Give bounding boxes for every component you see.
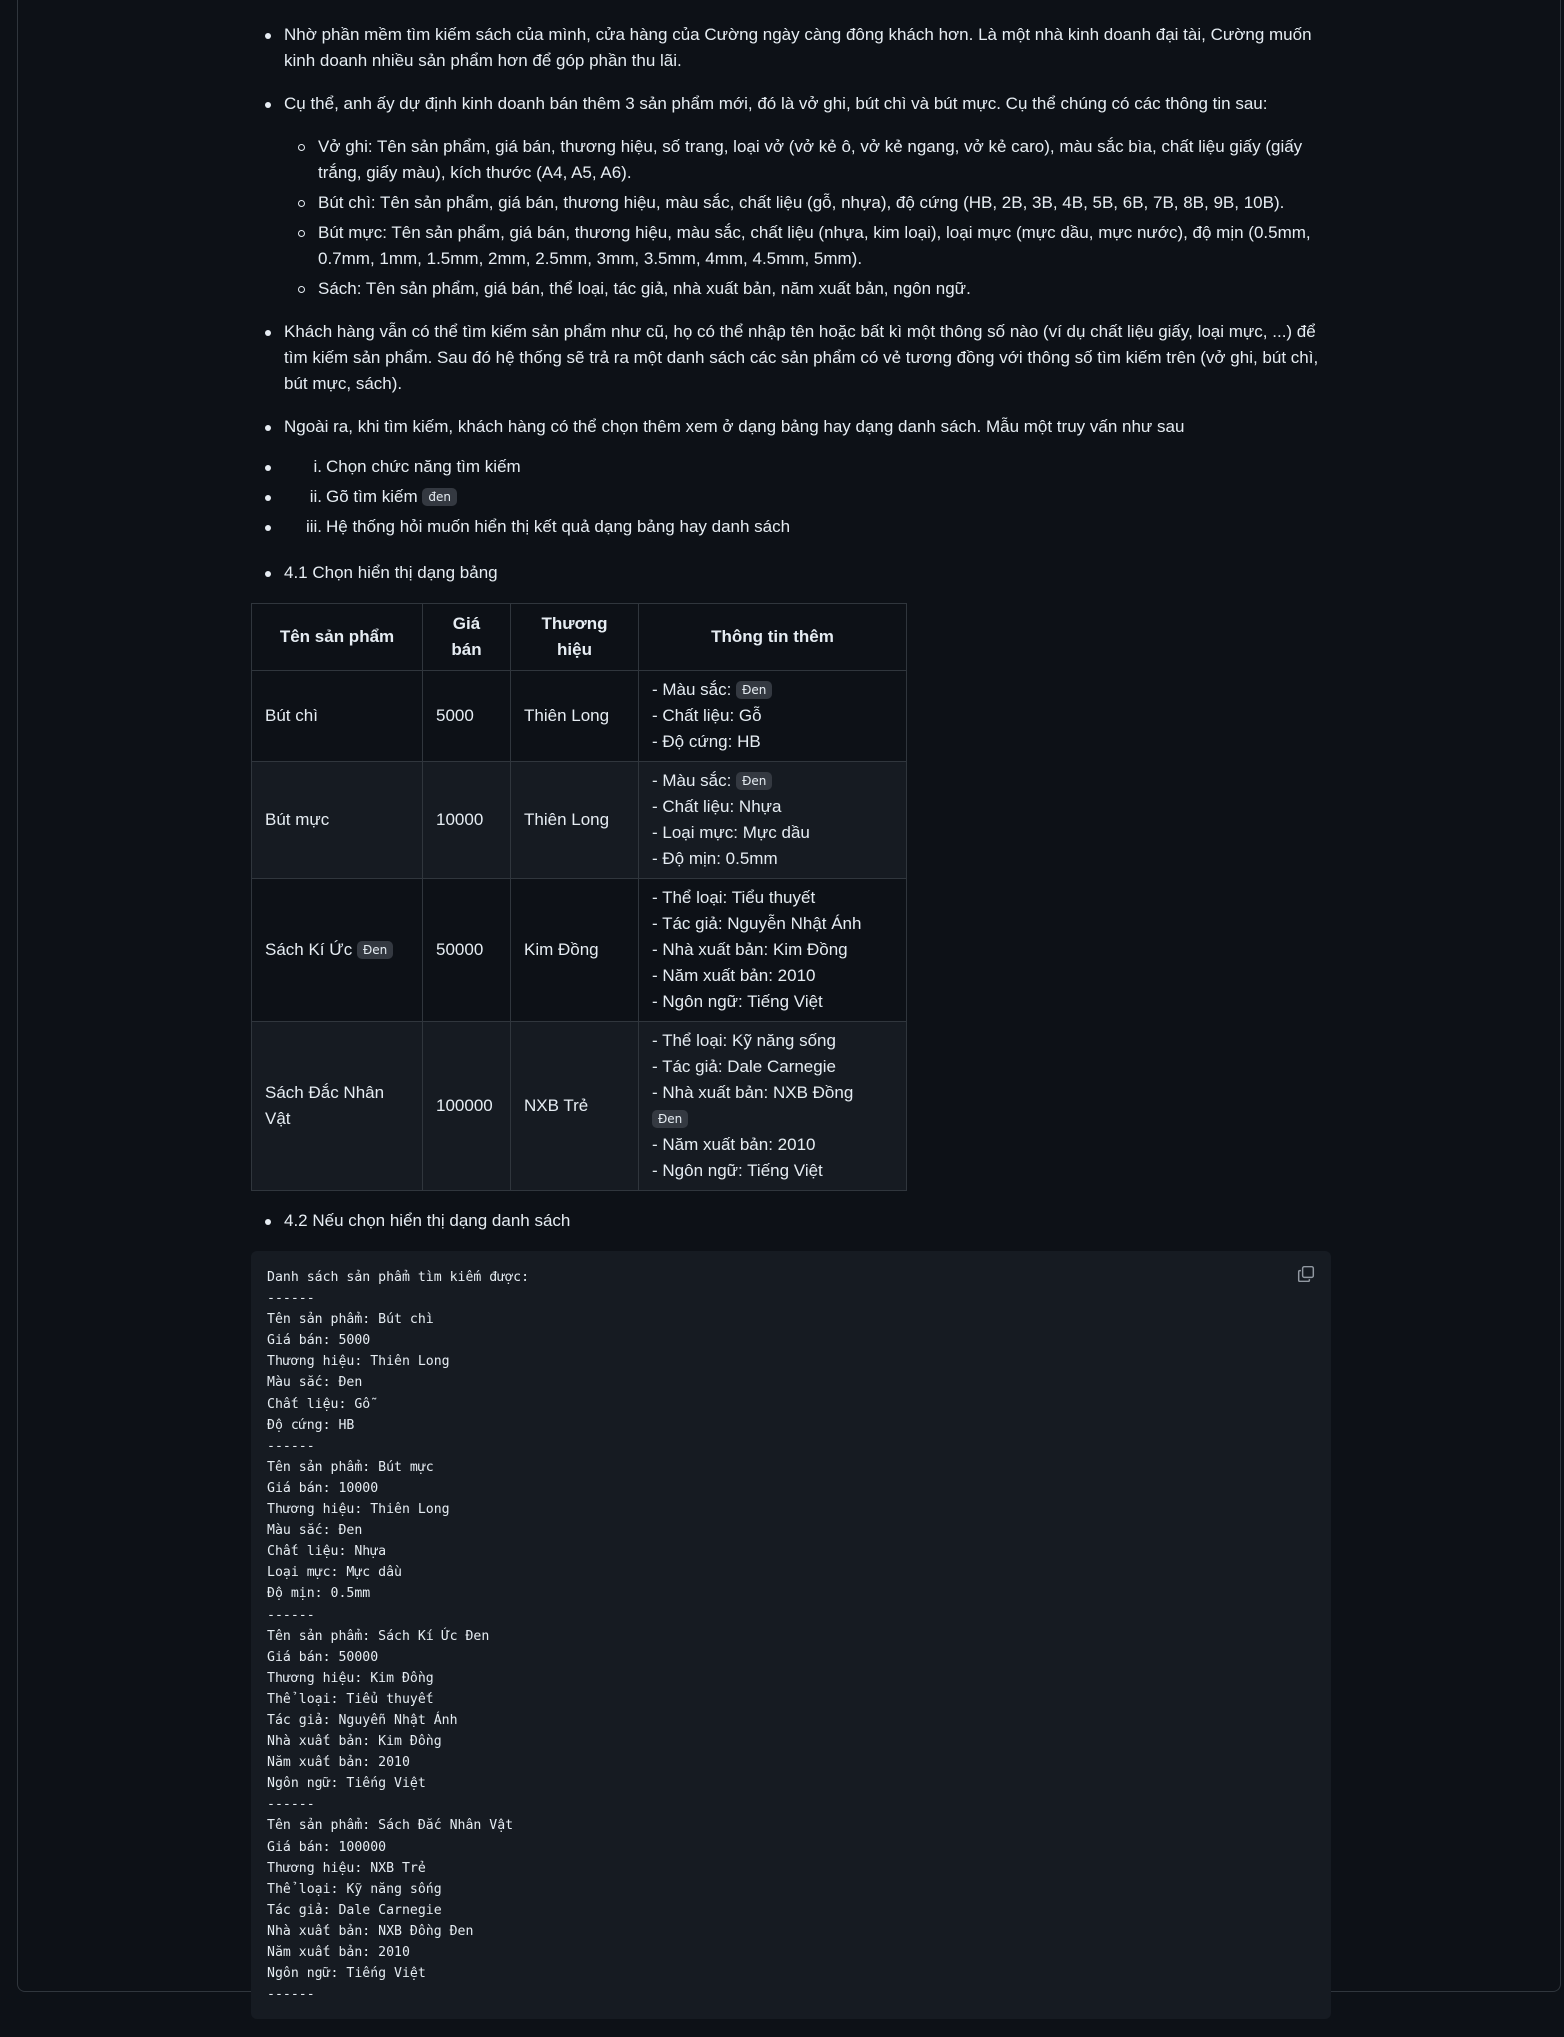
info-text: - Tác giả: Nguyễn Nhật Ánh [652, 914, 862, 933]
info-line: - Chất liệu: Nhựa [652, 794, 893, 820]
info-line: - Ngôn ngữ: Tiếng Việt [652, 1158, 893, 1184]
cell-product-name: Sách Đắc Nhân Vật [251, 1021, 423, 1191]
step-item: ii. Gõ tìm kiếm đen [251, 484, 1331, 514]
column-header: Tên sản phẩm [251, 603, 423, 671]
new-products-item: Cụ thể, anh ấy dự định kinh doanh bán th… [251, 91, 1331, 302]
step-number: ii. [309, 487, 322, 506]
product-name: Sách Kí Ức [265, 940, 357, 959]
code-block: Danh sách sản phẩm tìm kiếm được: ------… [251, 1251, 1331, 2020]
info-text: - Màu sắc: [652, 771, 737, 790]
step-text: Chọn chức năng tìm kiếm [326, 457, 521, 476]
info-line: - Tác giả: Nguyễn Nhật Ánh [652, 911, 893, 937]
table-header-row: Tên sản phẩm Giá bán Thương hiệu Thông t… [251, 603, 907, 671]
step-text: Hệ thống hỏi muốn hiển thị kết quả dạng … [326, 517, 791, 536]
intro-paragraph: Nhờ phần mềm tìm kiếm sách của mình, cửa… [251, 22, 1331, 74]
bullet-list: Nhờ phần mềm tìm kiếm sách của mình, cửa… [251, 22, 1331, 440]
spec-pencil: Bút chì: Tên sản phẩm, giá bán, thương h… [284, 190, 1331, 216]
column-header: Thương hiệu [510, 603, 639, 671]
cell-product-name: Bút mực [251, 761, 423, 879]
cell-product-name: Sách Kí Ức Đen [251, 878, 423, 1022]
info-text: - Thể loại: Tiểu thuyết [652, 888, 816, 907]
spec-notebook: Vở ghi: Tên sản phẩm, giá bán, thương hi… [284, 134, 1331, 186]
info-line: - Độ mịn: 0.5mm [652, 846, 893, 872]
product-name: Bút mực [265, 810, 330, 829]
cell-brand: Thiên Long [510, 670, 639, 762]
info-line: - Chất liệu: Gỗ [652, 703, 893, 729]
cell-extra-info: - Thể loại: Tiểu thuyết - Tác giả: Nguyễn… [638, 878, 907, 1022]
spec-pen: Bút mực: Tên sản phẩm, giá bán, thương h… [284, 220, 1331, 272]
step-number: i. [313, 457, 323, 476]
info-text: - Ngôn ngữ: Tiếng Việt [652, 992, 823, 1011]
info-text: - Năm xuất bản: 2010 [652, 1135, 816, 1154]
inline-code: Đen [357, 941, 394, 959]
cell-extra-info: - Thể loại: Kỹ năng sống - Tác giả: Dale … [638, 1021, 907, 1191]
info-line: - Năm xuất bản: 2010 [652, 1132, 893, 1158]
cell-price: 50000 [422, 878, 511, 1022]
bullet-list: 4.1 Chọn hiển thị dạng bảng [251, 560, 1331, 586]
info-line: - Nhà xuất bản: NXB Đồng Đen [652, 1080, 893, 1132]
info-line: - Năm xuất bản: 2010 [652, 963, 893, 989]
step-item: i. Chọn chức năng tìm kiếm [251, 454, 1331, 484]
info-line: - Tác giả: Dale Carnegie [652, 1054, 893, 1080]
table-row: Bút mực 10000 Thiên Long - Màu sắc: Đen - Ch… [251, 761, 907, 879]
product-spec-list: Vở ghi: Tên sản phẩm, giá bán, thương hi… [284, 134, 1331, 302]
info-text: - Chất liệu: Gỗ [652, 706, 762, 725]
cell-price: 5000 [422, 670, 511, 762]
table-heading: 4.1 Chọn hiển thị dạng bảng [251, 560, 1331, 586]
markdown-body: Nhờ phần mềm tìm kiếm sách của mình, cửa… [251, 22, 1331, 2020]
info-text: - Màu sắc: [652, 680, 737, 699]
cell-extra-info: - Màu sắc: Đen - Chất liệu: Gỗ - Độ cứng: … [638, 670, 907, 762]
inline-code: Đen [736, 772, 773, 790]
product-name: Bút chì [265, 706, 318, 725]
info-text: - Loại mực: Mực dầu [652, 823, 810, 842]
info-text: - Năm xuất bản: 2010 [652, 966, 816, 985]
info-line: - Ngôn ngữ: Tiếng Việt [652, 989, 893, 1015]
info-line: - Loại mực: Mực dầu [652, 820, 893, 846]
info-text: - Nhà xuất bản: NXB Đồng [652, 1083, 854, 1102]
info-text: - Chất liệu: Nhựa [652, 797, 782, 816]
query-steps: i. Chọn chức năng tìm kiếm ii. Gõ tìm kiếm… [251, 454, 1331, 544]
step-text: Gõ tìm kiếm [326, 487, 418, 506]
info-line: - Thể loại: Kỹ năng sống [652, 1028, 893, 1054]
step-number: iii. [305, 517, 322, 536]
products-table: Tên sản phẩm Giá bán Thương hiệu Thông t… [251, 603, 907, 1191]
info-text: - Ngôn ngữ: Tiếng Việt [652, 1161, 823, 1180]
info-text: - Độ mịn: 0.5mm [652, 849, 778, 868]
table-row: Sách Đắc Nhân Vật 100000 NXB Trẻ - Thể loại… [251, 1021, 907, 1191]
cell-brand: Kim Đồng [510, 878, 639, 1022]
info-text: - Tác giả: Dale Carnegie [652, 1057, 836, 1076]
cell-price: 10000 [422, 761, 511, 879]
info-line: - Thể loại: Tiểu thuyết [652, 885, 893, 911]
info-line: - Độ cứng: HB [652, 729, 893, 755]
info-text: - Thể loại: Kỹ năng sống [652, 1031, 836, 1050]
cell-extra-info: - Màu sắc: Đen - Chất liệu: Nhựa - Loại mự… [638, 761, 907, 879]
copy-icon[interactable] [1297, 1265, 1315, 1283]
new-products-paragraph: Cụ thể, anh ấy dự định kinh doanh bán th… [284, 94, 1268, 113]
list-heading: 4.2 Nếu chọn hiển thị dạng danh sách [251, 1208, 1331, 1234]
display-paragraph: Ngoài ra, khi tìm kiếm, khách hàng có th… [251, 414, 1331, 440]
search-paragraph: Khách hàng vẫn có thể tìm kiếm sản phẩm … [251, 319, 1331, 397]
cell-brand: NXB Trẻ [510, 1021, 639, 1191]
info-line: - Màu sắc: Đen [652, 768, 893, 794]
step-item: iii. Hệ thống hỏi muốn hiển thị kết quả d… [251, 514, 1331, 544]
inline-code: đen [422, 488, 457, 506]
info-line: - Nhà xuất bản: Kim Đồng [652, 937, 893, 963]
cell-price: 100000 [422, 1021, 511, 1191]
inline-code: Đen [736, 681, 773, 699]
column-header: Giá bán [422, 603, 511, 671]
cell-product-name: Bút chì [251, 670, 423, 762]
info-text: - Độ cứng: HB [652, 732, 761, 751]
product-name: Sách Đắc Nhân Vật [265, 1083, 385, 1128]
info-text: - Nhà xuất bản: Kim Đồng [652, 940, 848, 959]
cell-brand: Thiên Long [510, 761, 639, 879]
column-header: Thông tin thêm [638, 603, 907, 671]
inline-code: Đen [652, 1110, 689, 1128]
bullet-list: 4.2 Nếu chọn hiển thị dạng danh sách [251, 1208, 1331, 1234]
info-line: - Màu sắc: Đen [652, 677, 893, 703]
spec-book: Sách: Tên sản phẩm, giá bán, thể loại, t… [284, 276, 1331, 302]
code-text: Danh sách sản phẩm tìm kiếm được: ------… [267, 1270, 530, 2003]
table-row: Bút chì 5000 Thiên Long - Màu sắc: Đen - Chấ… [251, 670, 907, 762]
table-row: Sách Kí Ức Đen 50000 Kim Đồng - Thể loại: T… [251, 878, 907, 1022]
